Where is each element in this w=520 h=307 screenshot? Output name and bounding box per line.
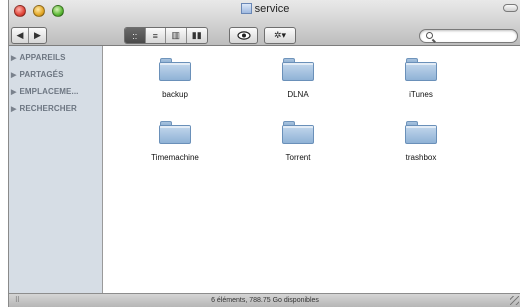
window-title-text: service <box>254 3 290 15</box>
toolbar-toggle-button[interactable] <box>503 4 518 12</box>
file-item-label: trashbox <box>405 153 437 162</box>
sidebar-list: ▶ APPAREILS ▶ PARTAGÉS ▶ EMPLACEME... ▶ … <box>9 46 102 117</box>
sidebar-section-emplacements[interactable]: ▶ EMPLACEME... <box>9 83 102 100</box>
folder-icon <box>282 58 314 81</box>
quicklook-button[interactable] <box>229 27 258 44</box>
file-item-label: iTunes <box>409 90 433 99</box>
file-item-timemachine[interactable]: Timemachine <box>130 121 220 162</box>
file-icon-view: backup DLNA iTunes Timemachine Torrent t… <box>103 46 520 293</box>
folder-icon <box>159 58 191 81</box>
finder-window: service ◀ ▶ :: ≡ ▥ ▮▮ ✲▾ ▶ APPAREILS ▶ P… <box>8 0 520 307</box>
disclosure-triangle-icon[interactable]: ▶ <box>11 71 16 79</box>
back-forward-group: ◀ ▶ <box>11 27 47 44</box>
file-item-dlna[interactable]: DLNA <box>253 58 343 99</box>
disclosure-triangle-icon[interactable]: ▶ <box>11 88 16 96</box>
back-button[interactable]: ◀ <box>12 28 30 43</box>
disclosure-triangle-icon[interactable]: ▶ <box>11 54 16 62</box>
coverflow-view-button[interactable]: ▮▮ <box>187 28 207 43</box>
file-item-backup[interactable]: backup <box>130 58 220 99</box>
action-button[interactable]: ✲▾ <box>264 27 296 44</box>
file-item-torrent[interactable]: Torrent <box>253 121 343 162</box>
sidebar-section-label: APPAREILS <box>19 53 66 62</box>
file-item-label: DLNA <box>287 90 309 99</box>
eye-icon <box>236 31 251 40</box>
forward-button[interactable]: ▶ <box>29 28 46 43</box>
toolbar: service ◀ ▶ :: ≡ ▥ ▮▮ ✲▾ <box>9 0 520 46</box>
sidebar-section-label: EMPLACEME... <box>19 87 79 96</box>
file-item-label: Timemachine <box>151 153 199 162</box>
folder-icon <box>405 58 437 81</box>
file-item-label: Torrent <box>285 153 311 162</box>
file-item-label: backup <box>162 90 188 99</box>
list-view-button[interactable]: ≡ <box>146 28 166 43</box>
sidebar-section-label: PARTAGÉS <box>19 70 64 79</box>
status-bar: ⠿ 6 éléments, 788.75 Go disponibles <box>9 293 520 307</box>
icon-view-button[interactable]: :: <box>125 28 146 43</box>
search-icon <box>426 32 433 39</box>
view-mode-group: :: ≡ ▥ ▮▮ <box>124 27 208 44</box>
sidebar-resize-icon[interactable]: ⠿ <box>13 297 22 305</box>
search-field[interactable] <box>419 29 518 43</box>
folder-icon <box>282 121 314 144</box>
sidebar: ▶ APPAREILS ▶ PARTAGÉS ▶ EMPLACEME... ▶ … <box>9 46 103 293</box>
sidebar-section-label: RECHERCHER <box>19 104 77 113</box>
column-view-button[interactable]: ▥ <box>166 28 187 43</box>
folder-icon <box>159 121 191 144</box>
file-item-itunes[interactable]: iTunes <box>376 58 466 99</box>
status-text: 6 éléments, 788.75 Go disponibles <box>211 297 319 304</box>
sidebar-section-partages[interactable]: ▶ PARTAGÉS <box>9 66 102 83</box>
file-item-trashbox[interactable]: trashbox <box>376 121 466 162</box>
disclosure-triangle-icon[interactable]: ▶ <box>11 105 16 113</box>
sidebar-section-appareils[interactable]: ▶ APPAREILS <box>9 49 102 66</box>
sidebar-section-rechercher[interactable]: ▶ RECHERCHER <box>9 100 102 117</box>
window-resize-handle[interactable] <box>510 296 519 305</box>
window-title: service <box>9 3 520 15</box>
folder-icon <box>405 121 437 144</box>
folder-icon <box>240 3 252 14</box>
gear-icon: ✲▾ <box>273 30 287 40</box>
